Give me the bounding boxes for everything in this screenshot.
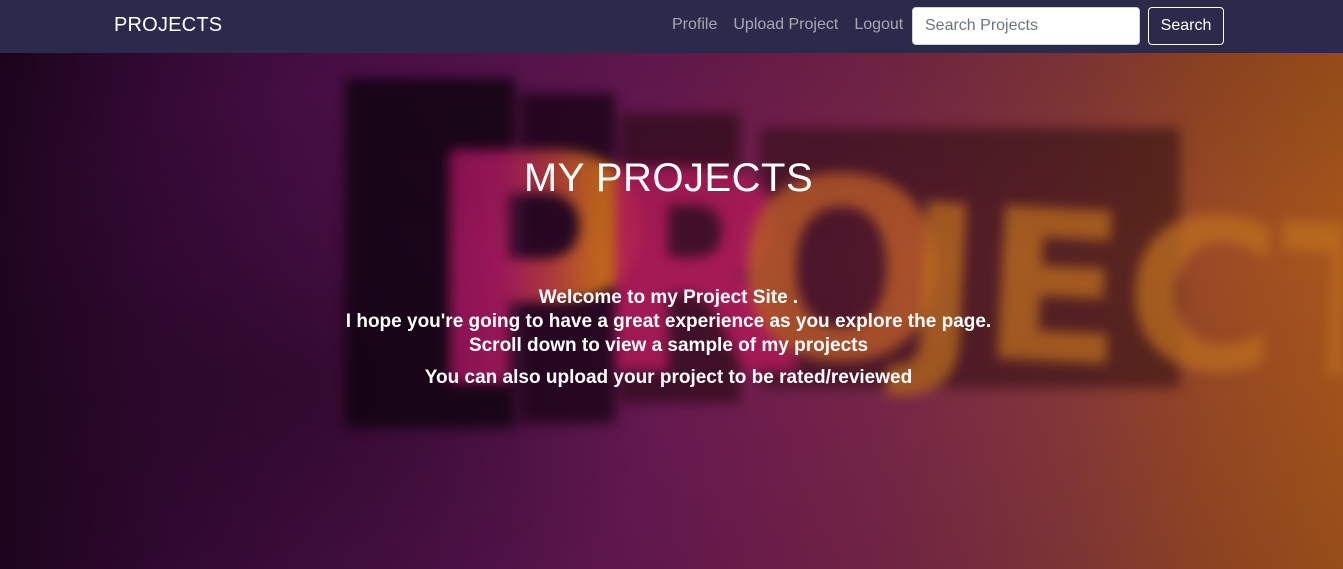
hero-upload-text: You can also upload your project to be r… xyxy=(424,367,913,388)
hero-title: MY PROJECTS xyxy=(523,156,814,200)
nav-link-upload-project[interactable]: Upload Project xyxy=(733,16,838,34)
hero-scroll-text: Scroll down to view a sample of my proje… xyxy=(468,335,869,356)
hero-experience-text: I hope you're going to have a great expe… xyxy=(345,311,992,332)
nav-links: Profile Upload Project Logout xyxy=(672,16,919,34)
search-button[interactable]: Search xyxy=(1148,7,1224,45)
search-input[interactable] xyxy=(912,7,1140,45)
nav-link-profile[interactable]: Profile xyxy=(672,16,717,34)
top-navbar: PROJECTS Profile Upload Project Logout S… xyxy=(0,0,1343,53)
hero-banner: P R O JECTS MY PROJECTS Welcome to my Pr… xyxy=(0,53,1343,569)
brand-link[interactable]: PROJECTS xyxy=(114,14,222,37)
hero-welcome-text: Welcome to my Project Site . xyxy=(538,287,799,308)
nav-link-logout[interactable]: Logout xyxy=(854,16,903,34)
